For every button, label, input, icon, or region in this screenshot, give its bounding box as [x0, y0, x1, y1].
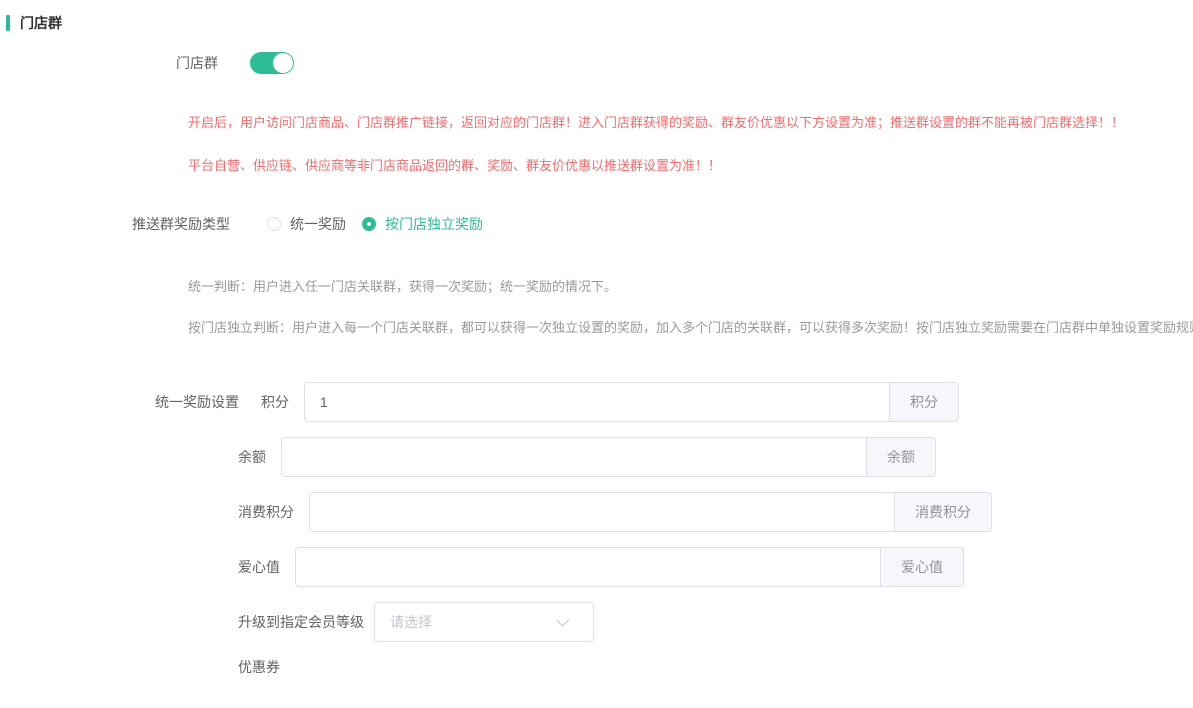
points-unit: 积分 [889, 382, 959, 422]
balance-label: 余额 [238, 447, 266, 467]
coupon-label: 优惠券 [238, 659, 280, 675]
love-value-label: 爱心值 [238, 557, 280, 577]
reward-settings-section: 统一奖励设置 积分 积分 余额 余额 消费积分 消费积分 爱心值 爱心值 升级到… [0, 382, 1193, 677]
member-level-placeholder: 请选择 [390, 612, 432, 632]
points-label: 积分 [261, 392, 289, 412]
store-group-toggle-label: 门店群 [0, 53, 218, 73]
radio-checked-icon [362, 217, 376, 231]
love-value-row: 爱心值 爱心值 [0, 547, 1193, 587]
reward-type-description-1: 统一判断：用户进入任一门店关联群，获得一次奖励；统一奖励的情况下。 [188, 278, 1193, 295]
toggle-knob-icon [273, 53, 293, 73]
points-input[interactable] [304, 382, 889, 422]
balance-input[interactable] [281, 437, 866, 477]
consume-points-input[interactable] [309, 492, 894, 532]
warning-text-1: 开启后，用户访问门店商品、门店群推广链接，返回对应的门店群！进入门店群获得的奖励… [188, 114, 1193, 131]
member-level-row: 升级到指定会员等级 请选择 [0, 602, 1193, 642]
reward-type-description-2: 按门店独立判断：用户进入每一个门店关联群，都可以获得一次独立设置的奖励，加入多个… [188, 319, 1193, 336]
balance-unit: 余额 [866, 437, 936, 477]
reward-settings-label: 统一奖励设置 [155, 392, 239, 412]
love-value-unit: 爱心值 [880, 547, 964, 587]
member-level-label: 升级到指定会员等级 [238, 612, 364, 632]
love-value-input-group: 爱心值 [295, 547, 964, 587]
reward-type-radio-group: 统一奖励 按门店独立奖励 [267, 214, 483, 234]
radio-unified-reward[interactable]: 统一奖励 [267, 214, 346, 234]
chevron-down-icon [556, 614, 569, 627]
radio-unchecked-icon [267, 217, 281, 231]
member-level-select[interactable]: 请选择 [374, 602, 594, 642]
section-header: 门店群 [6, 13, 1193, 33]
section-accent-bar [6, 15, 10, 31]
reward-type-label: 推送群奖励类型 [0, 214, 230, 234]
points-row: 统一奖励设置 积分 积分 [0, 382, 1193, 422]
radio-independent-reward[interactable]: 按门店独立奖励 [362, 214, 483, 234]
consume-points-input-group: 消费积分 [309, 492, 992, 532]
balance-row: 余额 余额 [0, 437, 1193, 477]
love-value-input[interactable] [295, 547, 880, 587]
store-group-toggle-row: 门店群 [0, 52, 1193, 74]
warning-text-2: 平台自营、供应链、供应商等非门店商品返回的群、奖励、群友价优惠以推送群设置为准！… [188, 157, 1193, 174]
store-group-toggle[interactable] [250, 52, 294, 74]
balance-input-group: 余额 [281, 437, 936, 477]
points-input-group: 积分 [304, 382, 959, 422]
coupon-row: 优惠券 [0, 657, 1193, 677]
consume-points-unit: 消费积分 [894, 492, 992, 532]
consume-points-label: 消费积分 [238, 502, 294, 522]
page-title: 门店群 [20, 13, 62, 33]
reward-type-row: 推送群奖励类型 统一奖励 按门店独立奖励 [0, 214, 1193, 234]
consume-points-row: 消费积分 消费积分 [0, 492, 1193, 532]
